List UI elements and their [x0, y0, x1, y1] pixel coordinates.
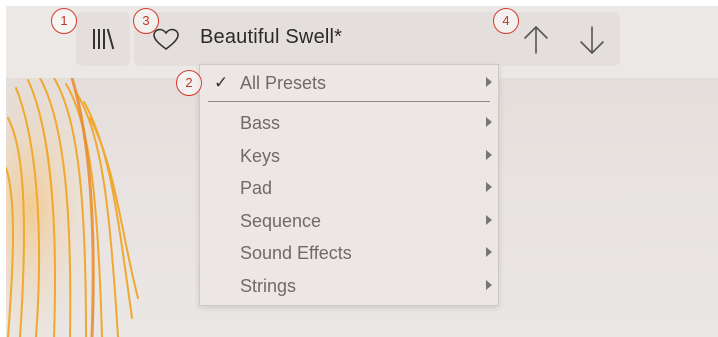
arrow-up-icon[interactable]	[522, 24, 550, 56]
menu-item-label: Bass	[240, 113, 281, 133]
menu-item-all-presets[interactable]: ✓ All Presets	[200, 67, 498, 99]
preset-bar[interactable]: Beautiful Swell*	[134, 12, 620, 66]
arrow-down-icon[interactable]	[578, 24, 606, 56]
menu-item-label: All Presets	[240, 73, 327, 93]
submenu-arrow-icon	[486, 77, 492, 87]
submenu-arrow-icon	[486, 280, 492, 290]
app-window: Beautiful Swell* ✓ All Presets Bass Keys	[6, 6, 718, 337]
menu-item-label: Strings	[240, 276, 297, 296]
preset-name[interactable]: Beautiful Swell*	[200, 26, 342, 49]
menu-item-sequence[interactable]: Sequence	[200, 205, 498, 237]
menu-item-label: Keys	[240, 146, 281, 166]
submenu-arrow-icon	[486, 182, 492, 192]
menu-item-pad[interactable]: Pad	[200, 172, 498, 204]
menu-item-label: Sequence	[240, 211, 322, 231]
menu-item-bass[interactable]: Bass	[200, 107, 498, 139]
menu-divider	[208, 101, 490, 102]
preset-filter-menu: ✓ All Presets Bass Keys Pad Sequence Sou…	[199, 64, 499, 306]
callout-4: 4	[493, 8, 519, 34]
library-button[interactable]	[76, 12, 130, 66]
callout-2: 2	[176, 70, 202, 96]
menu-item-label: Pad	[240, 178, 273, 198]
callout-1: 1	[51, 8, 77, 34]
submenu-arrow-icon	[486, 150, 492, 160]
menu-item-sound-effects[interactable]: Sound Effects	[200, 237, 498, 269]
heart-icon[interactable]	[152, 28, 180, 52]
menu-item-strings[interactable]: Strings	[200, 270, 498, 302]
library-icon	[93, 28, 115, 50]
submenu-arrow-icon	[486, 117, 492, 127]
artwork-image	[6, 78, 139, 337]
menu-item-label: Sound Effects	[240, 243, 352, 263]
submenu-arrow-icon	[486, 247, 492, 257]
submenu-arrow-icon	[486, 215, 492, 225]
callout-3: 3	[133, 8, 159, 34]
check-icon: ✓	[214, 73, 229, 92]
menu-item-keys[interactable]: Keys	[200, 140, 498, 172]
